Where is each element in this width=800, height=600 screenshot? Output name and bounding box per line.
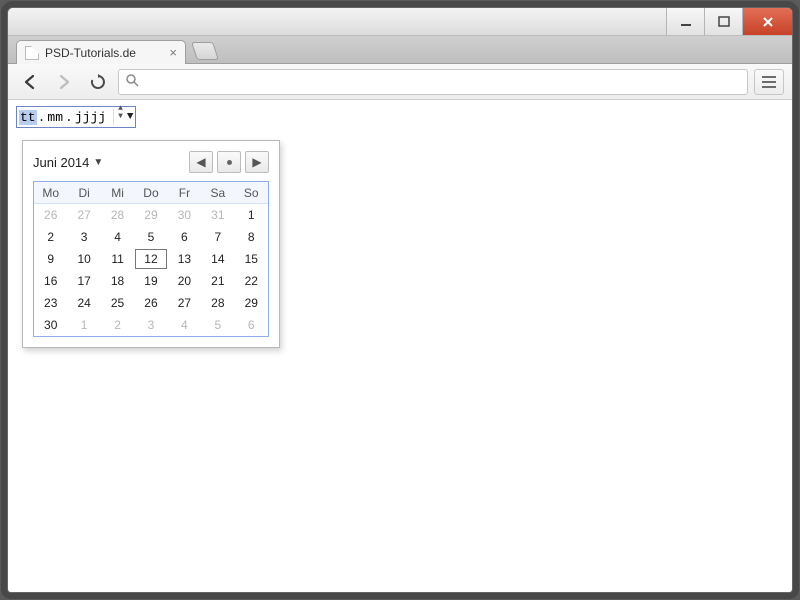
tab-title: PSD-Tutorials.de bbox=[45, 46, 163, 60]
page-icon bbox=[25, 46, 39, 60]
date-input[interactable]: tt . mm . jjjj ▲ ▼ ▼ bbox=[16, 106, 136, 128]
window-maximize-button[interactable] bbox=[704, 8, 742, 35]
search-icon bbox=[125, 73, 139, 90]
datepicker-next-button[interactable]: ▶ bbox=[245, 151, 269, 173]
datepicker-grid: MoDiMiDoFrSaSo 2627282930311234567891011… bbox=[33, 181, 269, 337]
datepicker-day[interactable]: 23 bbox=[34, 292, 67, 314]
date-segment-day[interactable]: tt bbox=[19, 110, 37, 125]
datepicker-prev-button[interactable]: ◀ bbox=[189, 151, 213, 173]
datepicker-weekday-row: MoDiMiDoFrSaSo bbox=[34, 182, 268, 204]
datepicker-today-button[interactable] bbox=[217, 151, 241, 173]
datepicker-week-row: 23242526272829 bbox=[34, 292, 268, 314]
datepicker-day[interactable]: 5 bbox=[134, 226, 167, 248]
window-titlebar bbox=[8, 8, 792, 36]
browser-toolbar bbox=[8, 64, 792, 100]
datepicker-day[interactable]: 22 bbox=[235, 270, 268, 292]
datepicker-day[interactable]: 26 bbox=[34, 204, 67, 226]
datepicker-week-row: 2345678 bbox=[34, 226, 268, 248]
datepicker-day[interactable]: 4 bbox=[101, 226, 134, 248]
datepicker-week-row: 16171819202122 bbox=[34, 270, 268, 292]
datepicker-week-row: 2627282930311 bbox=[34, 204, 268, 226]
date-segment-year[interactable]: jjjj bbox=[74, 110, 107, 125]
datepicker-day[interactable]: 9 bbox=[34, 248, 67, 270]
datepicker-month-label: Juni 2014 bbox=[33, 155, 89, 170]
date-spinner[interactable]: ▲ ▼ bbox=[113, 109, 123, 125]
datepicker-day[interactable]: 28 bbox=[101, 204, 134, 226]
datepicker-day[interactable]: 1 bbox=[235, 204, 268, 226]
chevron-down-icon[interactable]: ▼ bbox=[118, 117, 123, 125]
chevron-down-icon: ▼ bbox=[93, 157, 103, 168]
datepicker-day[interactable]: 25 bbox=[101, 292, 134, 314]
datepicker-day[interactable]: 28 bbox=[201, 292, 234, 314]
datepicker-day[interactable]: 17 bbox=[67, 270, 100, 292]
datepicker-day[interactable]: 3 bbox=[134, 314, 167, 336]
datepicker-popup: Juni 2014 ▼ ◀ ▶ MoDiMiDoFrSaSo 262728293… bbox=[22, 140, 280, 348]
window-minimize-button[interactable] bbox=[666, 8, 704, 35]
datepicker-day[interactable]: 27 bbox=[168, 292, 201, 314]
datepicker-weekday: Mi bbox=[101, 182, 134, 204]
datepicker-day[interactable]: 26 bbox=[134, 292, 167, 314]
datepicker-day[interactable]: 7 bbox=[201, 226, 234, 248]
datepicker-day[interactable]: 29 bbox=[134, 204, 167, 226]
datepicker-month-select[interactable]: Juni 2014 ▼ bbox=[33, 155, 103, 170]
datepicker-day[interactable]: 30 bbox=[34, 314, 67, 336]
tab-close-icon[interactable]: × bbox=[169, 45, 177, 60]
datepicker-header: Juni 2014 ▼ ◀ ▶ bbox=[33, 151, 269, 173]
datepicker-day[interactable]: 14 bbox=[201, 248, 234, 270]
datepicker-day[interactable]: 27 bbox=[67, 204, 100, 226]
datepicker-day[interactable]: 2 bbox=[34, 226, 67, 248]
datepicker-day[interactable]: 8 bbox=[235, 226, 268, 248]
datepicker-day[interactable]: 6 bbox=[235, 314, 268, 336]
datepicker-weekday: So bbox=[235, 182, 268, 204]
datepicker-weekday: Mo bbox=[34, 182, 67, 204]
datepicker-day[interactable]: 6 bbox=[168, 226, 201, 248]
datepicker-day[interactable]: 13 bbox=[168, 248, 201, 270]
browser-menu-button[interactable] bbox=[754, 69, 784, 95]
browser-tabstrip: PSD-Tutorials.de × bbox=[8, 36, 792, 64]
date-segment-month[interactable]: mm bbox=[46, 110, 64, 125]
datepicker-day[interactable]: 16 bbox=[34, 270, 67, 292]
datepicker-weekday: Do bbox=[134, 182, 167, 204]
datepicker-day[interactable]: 15 bbox=[235, 248, 268, 270]
datepicker-day[interactable]: 21 bbox=[201, 270, 234, 292]
datepicker-day[interactable]: 4 bbox=[168, 314, 201, 336]
datepicker-day[interactable]: 20 bbox=[168, 270, 201, 292]
datepicker-day[interactable]: 31 bbox=[201, 204, 234, 226]
datepicker-day[interactable]: 19 bbox=[134, 270, 167, 292]
datepicker-day[interactable]: 5 bbox=[201, 314, 234, 336]
back-button[interactable] bbox=[16, 69, 44, 95]
datepicker-toggle-icon[interactable]: ▼ bbox=[127, 111, 134, 123]
datepicker-week-row: 9101112131415 bbox=[34, 248, 268, 270]
datepicker-day[interactable]: 3 bbox=[67, 226, 100, 248]
datepicker-day[interactable]: 24 bbox=[67, 292, 100, 314]
datepicker-day[interactable]: 11 bbox=[101, 248, 134, 270]
datepicker-weekday: Fr bbox=[168, 182, 201, 204]
datepicker-week-row: 30123456 bbox=[34, 314, 268, 336]
datepicker-nav: ◀ ▶ bbox=[189, 151, 269, 173]
datepicker-day[interactable]: 30 bbox=[168, 204, 201, 226]
browser-window: PSD-Tutorials.de × tt . mm . jjjj bbox=[7, 7, 793, 593]
browser-tab-active[interactable]: PSD-Tutorials.de × bbox=[16, 40, 186, 64]
reload-button[interactable] bbox=[84, 69, 112, 95]
datepicker-day[interactable]: 12 bbox=[135, 249, 166, 269]
page-content: tt . mm . jjjj ▲ ▼ ▼ Juni 2014 ▼ ◀ ▶ bbox=[8, 100, 792, 592]
date-separator: . bbox=[64, 110, 74, 125]
forward-button[interactable] bbox=[50, 69, 78, 95]
address-bar[interactable] bbox=[118, 69, 748, 95]
datepicker-day[interactable]: 29 bbox=[235, 292, 268, 314]
new-tab-button[interactable] bbox=[191, 42, 219, 60]
datepicker-weekday: Sa bbox=[201, 182, 234, 204]
datepicker-day[interactable]: 1 bbox=[67, 314, 100, 336]
datepicker-day[interactable]: 10 bbox=[67, 248, 100, 270]
window-close-button[interactable] bbox=[742, 8, 792, 35]
datepicker-day[interactable]: 2 bbox=[101, 314, 134, 336]
date-separator: . bbox=[37, 110, 47, 125]
datepicker-day[interactable]: 18 bbox=[101, 270, 134, 292]
datepicker-weekday: Di bbox=[67, 182, 100, 204]
